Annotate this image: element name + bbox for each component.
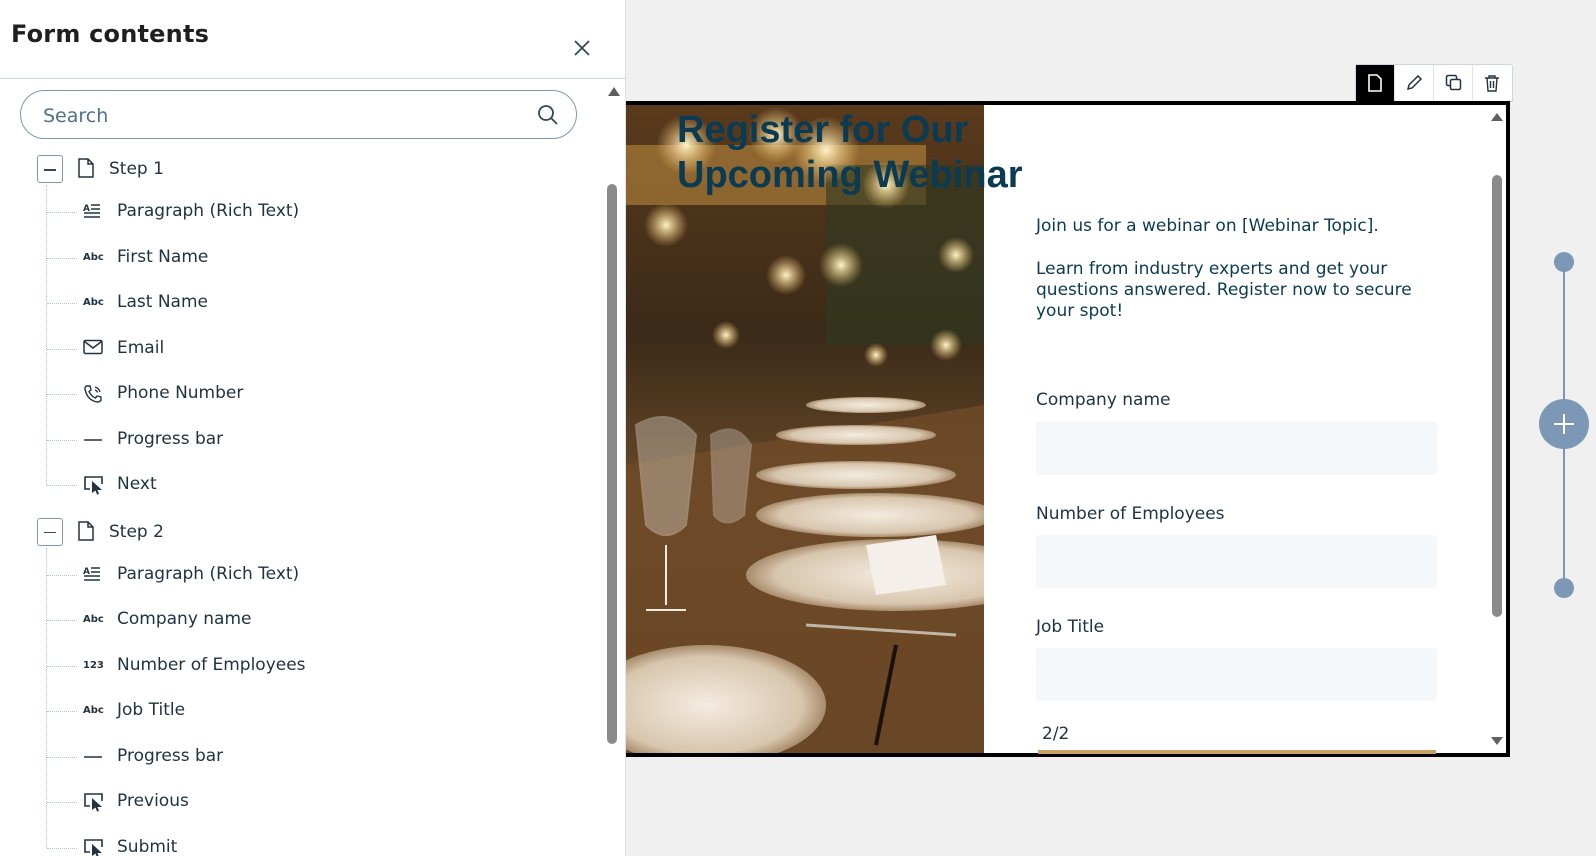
tree-connector xyxy=(47,802,77,803)
tree-connector xyxy=(47,711,77,712)
trash-icon xyxy=(1485,75,1499,92)
progress-bar-icon xyxy=(83,747,105,767)
tree-connector xyxy=(47,348,77,350)
phone-icon xyxy=(83,384,105,404)
resize-handle-bottom[interactable] xyxy=(1554,578,1574,598)
search-input[interactable] xyxy=(41,101,525,131)
text-field-icon: Abc xyxy=(83,614,104,625)
employees-input[interactable] xyxy=(1036,535,1437,588)
delete-button[interactable] xyxy=(1473,65,1512,101)
resize-handle-top[interactable] xyxy=(1554,252,1574,272)
tree-item-label[interactable]: Paragraph (Rich Text) xyxy=(117,564,299,584)
tree-connector xyxy=(47,212,77,213)
tree-item-label[interactable]: Previous xyxy=(117,791,189,811)
company-name-label: Company name xyxy=(1036,390,1171,410)
rich-text-icon: A xyxy=(83,202,105,222)
tree-item-label[interactable]: First Name xyxy=(117,247,208,267)
text-field-icon: Abc xyxy=(83,297,104,308)
tree-vertical-line xyxy=(46,185,47,485)
tree-connector xyxy=(47,439,77,441)
form-headline: Register for Our Upcoming Webinar xyxy=(677,109,1023,196)
text-field-icon: Abc xyxy=(83,705,104,716)
tree-connector xyxy=(47,257,77,259)
tree-vertical-line xyxy=(46,547,47,848)
tree-connector xyxy=(47,620,77,621)
pencil-icon xyxy=(1406,74,1423,91)
job-title-input[interactable] xyxy=(1036,648,1437,701)
text-field-icon: Abc xyxy=(83,251,104,263)
panel-title: Form contents xyxy=(11,20,210,48)
tree-connector xyxy=(47,485,77,486)
step-label[interactable]: Step 1 xyxy=(109,159,164,179)
tree-item-label[interactable]: Job Title xyxy=(117,700,185,720)
tree-item-label[interactable]: Phone Number xyxy=(117,383,243,403)
body-text: Learn from industry experts and get your… xyxy=(1036,259,1412,321)
step-collapse-button[interactable] xyxy=(37,517,63,546)
close-button[interactable] xyxy=(572,38,596,62)
tree-connector xyxy=(47,574,77,576)
preview-scroll-thumb[interactable] xyxy=(1492,175,1502,617)
page-icon xyxy=(1368,74,1382,92)
form-contents-panel: Form contents Step 1 A Paragraph (Rich Tex… xyxy=(0,0,626,856)
tree-connector xyxy=(47,665,77,667)
tree-item-label[interactable]: Last Name xyxy=(117,292,208,312)
search-box[interactable] xyxy=(20,90,577,139)
tree-item-label[interactable]: Next xyxy=(117,474,157,494)
scroll-up-arrow[interactable] xyxy=(608,87,620,96)
page-icon xyxy=(77,520,95,543)
tree-connector xyxy=(47,303,77,304)
tree-connector xyxy=(47,756,77,758)
job-title-label: Job Title xyxy=(1036,617,1105,637)
preview-scroll-up[interactable] xyxy=(1491,113,1503,121)
panel-scroll-thumb[interactable] xyxy=(607,184,617,744)
tree-connector xyxy=(47,394,77,395)
progress-bar xyxy=(1038,750,1436,754)
tree-item-label[interactable]: Email xyxy=(117,338,164,358)
button-cursor-icon xyxy=(83,475,105,495)
intro-text: Join us for a webinar on [Webinar Topic]… xyxy=(1036,216,1379,236)
employees-label: Number of Employees xyxy=(1036,504,1225,524)
rich-text-icon: A xyxy=(83,565,105,585)
tree-item-label[interactable]: Submit xyxy=(117,837,177,856)
button-cursor-icon xyxy=(83,792,105,812)
email-icon xyxy=(83,339,105,359)
form-tree: Step 1 A Paragraph (Rich Text) Abc First Nam… xyxy=(0,150,600,856)
page-button[interactable] xyxy=(1356,65,1395,101)
tree-item-label[interactable]: Company name xyxy=(117,609,252,629)
close-icon xyxy=(574,40,590,56)
company-name-input[interactable] xyxy=(1036,422,1437,475)
tree-item-label[interactable]: Paragraph (Rich Text) xyxy=(117,201,299,221)
banquet-photo xyxy=(626,105,984,753)
duplicate-button[interactable] xyxy=(1434,65,1473,101)
button-cursor-icon xyxy=(83,838,105,856)
edit-button[interactable] xyxy=(1395,65,1434,101)
preview-scroll-down[interactable] xyxy=(1491,737,1503,745)
page-icon xyxy=(77,158,95,180)
search-icon[interactable] xyxy=(537,104,559,126)
panel-header: Form contents xyxy=(0,0,626,79)
module-toolbar xyxy=(1355,64,1513,102)
step-label[interactable]: Step 2 xyxy=(109,522,164,542)
tree-item-label[interactable]: Progress bar xyxy=(117,746,223,766)
number-field-icon: 123 xyxy=(83,659,104,671)
tree-item-label[interactable]: Progress bar xyxy=(117,429,223,449)
tree-item-label[interactable]: Number of Employees xyxy=(117,655,306,675)
tree-connector xyxy=(47,847,77,849)
duplicate-icon xyxy=(1445,74,1462,91)
add-module-button[interactable] xyxy=(1539,399,1589,449)
step-collapse-button[interactable] xyxy=(37,155,63,183)
progress-indicator: 2/2 xyxy=(1042,724,1070,744)
progress-bar-icon xyxy=(83,430,105,450)
